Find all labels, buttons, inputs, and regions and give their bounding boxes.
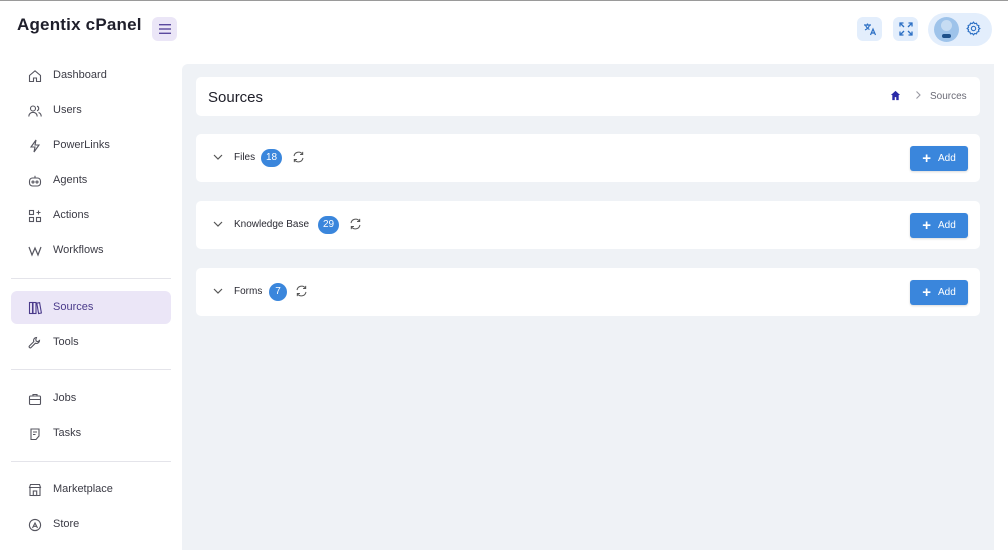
add-button[interactable]: + Add (910, 280, 968, 305)
add-button[interactable]: + Add (910, 146, 968, 171)
avatar[interactable] (934, 17, 959, 42)
sidebar-item-sources[interactable]: Sources (11, 291, 171, 324)
app-logo: Agentix cPanel (17, 15, 142, 34)
users-icon (27, 103, 43, 119)
robot-icon (27, 173, 43, 189)
user-menu[interactable] (928, 13, 992, 46)
refresh-icon[interactable] (292, 150, 305, 164)
briefcase-icon (27, 391, 43, 407)
section-files: Files 18 + Add (196, 134, 980, 182)
sidebar-item-jobs[interactable]: Jobs (11, 382, 171, 415)
section-title[interactable]: Knowledge Base (234, 219, 309, 230)
translate-button[interactable] (857, 17, 882, 41)
section-title[interactable]: Files (234, 152, 255, 163)
plus-icon: + (922, 150, 931, 167)
sidebar: Dashboard Users PowerLinks Agents Action… (0, 59, 182, 550)
sidebar-item-label: Actions (53, 209, 90, 221)
top-bar: Agentix cPanel (0, 1, 1008, 59)
home-icon[interactable] (890, 90, 901, 101)
translate-icon (863, 23, 876, 36)
sidebar-item-tasks[interactable]: Tasks (11, 417, 171, 450)
sidebar-item-powerlinks[interactable]: PowerLinks (11, 129, 171, 162)
menu-icon (158, 24, 171, 34)
sidebar-item-label: Sources (53, 301, 94, 313)
count-badge: 18 (261, 149, 283, 167)
sidebar-item-label: Tasks (53, 427, 82, 439)
store-badge-icon (27, 517, 43, 533)
plus-icon: + (922, 217, 931, 234)
wrench-icon (27, 335, 43, 351)
menu-toggle-button[interactable] (152, 17, 177, 41)
fullscreen-icon (898, 22, 913, 36)
home-icon (27, 68, 43, 84)
sidebar-item-label: Agents (53, 174, 88, 186)
main-content: Sources Sources Files 18 + Add Knowledge… (182, 64, 994, 550)
plus-icon: + (922, 284, 931, 301)
sidebar-item-tools[interactable]: Tools (11, 326, 171, 359)
lightning-icon (27, 138, 43, 154)
gear-icon[interactable] (966, 21, 981, 36)
sidebar-item-label: Users (53, 104, 82, 116)
sidebar-item-workflows[interactable]: Workflows (11, 234, 171, 267)
page-header: Sources Sources (196, 77, 980, 116)
sidebar-divider (11, 461, 171, 462)
sidebar-item-label: Dashboard (53, 69, 107, 81)
sidebar-item-label: Store (53, 518, 80, 530)
chevron-down-icon[interactable] (213, 287, 223, 295)
sidebar-item-dashboard[interactable]: Dashboard (11, 59, 171, 92)
chevron-down-icon[interactable] (213, 220, 223, 228)
count-badge: 7 (269, 283, 287, 301)
grid-icon (27, 208, 43, 224)
fullscreen-button[interactable] (893, 17, 918, 41)
sidebar-divider (11, 278, 171, 279)
sidebar-divider (11, 369, 171, 370)
page-title: Sources (208, 89, 264, 106)
refresh-icon[interactable] (295, 284, 308, 298)
section-knowledge-base: Knowledge Base 29 + Add (196, 201, 980, 249)
clipboard-icon (27, 426, 43, 442)
sidebar-item-store[interactable]: Store (11, 508, 171, 541)
chevron-down-icon[interactable] (213, 153, 223, 161)
workflow-icon (27, 243, 43, 259)
chevron-right-icon (916, 91, 921, 99)
section-title[interactable]: Forms (234, 286, 262, 297)
add-button[interactable]: + Add (910, 213, 968, 238)
count-badge: 29 (318, 216, 340, 234)
sidebar-item-label: Jobs (53, 392, 77, 404)
sidebar-item-agents[interactable]: Agents (11, 164, 171, 197)
sidebar-item-marketplace[interactable]: Marketplace (11, 473, 171, 506)
breadcrumb-current: Sources (930, 91, 967, 102)
sidebar-item-label: Marketplace (53, 483, 113, 495)
sidebar-item-users[interactable]: Users (11, 94, 171, 127)
sidebar-item-label: Workflows (53, 244, 104, 256)
books-icon (27, 300, 43, 316)
sidebar-item-label: Tools (53, 336, 79, 348)
refresh-icon[interactable] (349, 217, 362, 231)
sidebar-item-actions[interactable]: Actions (11, 199, 171, 232)
store-icon (27, 482, 43, 498)
section-forms: Forms 7 + Add (196, 268, 980, 316)
sidebar-item-label: PowerLinks (53, 139, 110, 151)
